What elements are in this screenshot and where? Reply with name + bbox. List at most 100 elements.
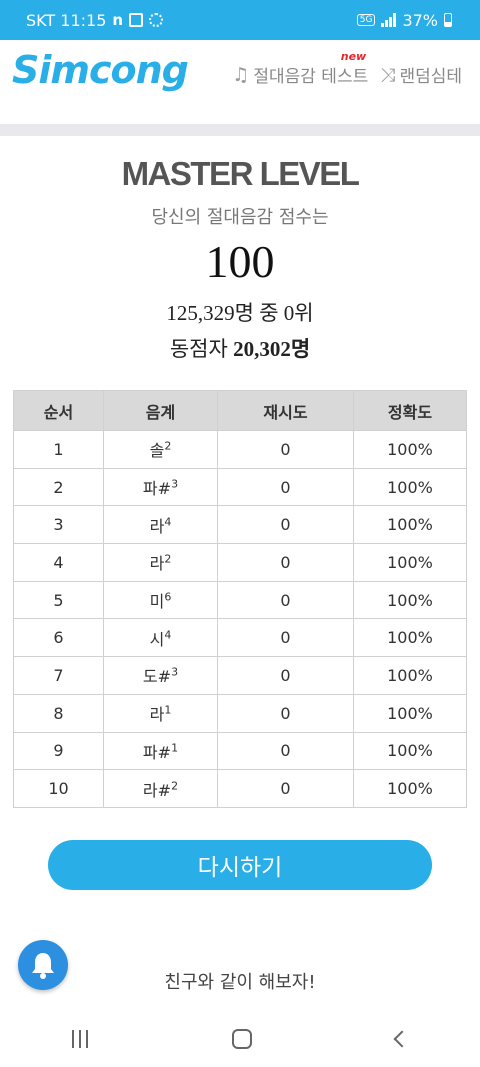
nav-random-label: 랜덤심테 bbox=[399, 67, 462, 87]
accuracy-cell: 100% bbox=[353, 543, 467, 582]
order-cell: 6 bbox=[13, 618, 104, 658]
note-cell: 솔2 bbox=[103, 430, 218, 469]
sync-icon bbox=[149, 13, 164, 27]
note-octave: 3 bbox=[171, 477, 179, 491]
table-header-row: 순서 음계 재시도 정확도 bbox=[13, 390, 467, 431]
order-cell: 1 bbox=[13, 430, 104, 469]
battery-icon bbox=[444, 13, 452, 27]
note-name: 라# bbox=[142, 780, 172, 800]
column-header-retries: 재시도 bbox=[217, 390, 354, 431]
note-cell: 파#1 bbox=[103, 731, 218, 771]
note-cell: 미6 bbox=[103, 580, 218, 620]
top-nav: ♫ 절대음감 테스트 new ⤨ 랜덤심테 bbox=[232, 50, 462, 88]
note-octave: 1 bbox=[171, 741, 179, 755]
retries-cell: 0 bbox=[217, 543, 354, 582]
ties-value: 20,302명 bbox=[233, 337, 311, 361]
recents-icon[interactable] bbox=[72, 1029, 88, 1048]
table-row: 3 라4 0 100% bbox=[13, 505, 467, 545]
status-left: SKT 11:15 n bbox=[26, 10, 164, 30]
note-octave: 3 bbox=[171, 666, 179, 680]
note-cell: 라2 bbox=[103, 543, 218, 582]
accuracy-cell: 100% bbox=[353, 618, 467, 658]
level-title: MASTER LEVEL bbox=[121, 155, 360, 192]
music-note-icon: ♫ bbox=[232, 63, 250, 86]
retries-cell: 0 bbox=[217, 769, 354, 808]
note-cell: 파#3 bbox=[103, 467, 218, 507]
accuracy-cell: 100% bbox=[353, 731, 467, 771]
nav-random-test[interactable]: ⤨ 랜덤심테 bbox=[380, 62, 462, 88]
header-divider bbox=[0, 124, 480, 136]
note-name: 미 bbox=[149, 592, 165, 612]
accuracy-cell: 100% bbox=[353, 580, 467, 620]
note-cell: 라1 bbox=[103, 693, 218, 733]
home-icon[interactable] bbox=[232, 1028, 252, 1049]
ties-text: 동점자 20,302명 bbox=[0, 333, 480, 363]
calendar-icon bbox=[129, 13, 144, 27]
note-name: 파# bbox=[142, 479, 172, 499]
accuracy-cell: 100% bbox=[353, 656, 467, 695]
note-name: 시 bbox=[149, 629, 165, 649]
note-octave: 1 bbox=[164, 703, 172, 717]
table-row: 2 파#3 0 100% bbox=[13, 467, 467, 507]
note-cell: 시4 bbox=[103, 618, 218, 658]
new-badge: new bbox=[340, 50, 367, 63]
back-icon[interactable] bbox=[393, 1030, 411, 1047]
n-notification-icon: n bbox=[112, 11, 124, 29]
order-cell: 10 bbox=[13, 769, 104, 808]
battery-percent: 37% bbox=[402, 10, 438, 30]
rank-text: 125,329명 중 0위 bbox=[166, 301, 314, 325]
note-name: 파# bbox=[142, 742, 172, 762]
share-prompt: 친구와 같이 해보자! bbox=[164, 972, 316, 993]
table-row: 7 도#3 0 100% bbox=[13, 656, 467, 695]
carrier-time: SKT 11:15 bbox=[26, 10, 107, 30]
column-header-note: 음계 bbox=[103, 390, 218, 431]
column-header-accuracy: 정확도 bbox=[353, 390, 467, 431]
retries-cell: 0 bbox=[217, 467, 354, 507]
table-row: 1 솔2 0 100% bbox=[13, 430, 467, 469]
retries-cell: 0 bbox=[217, 656, 354, 695]
retries-cell: 0 bbox=[217, 618, 354, 658]
column-header-order: 순서 bbox=[13, 390, 104, 431]
score-value: 100 bbox=[205, 236, 275, 287]
accuracy-cell: 100% bbox=[353, 430, 467, 469]
note-octave: 2 bbox=[164, 440, 172, 454]
table-row: 5 미6 0 100% bbox=[13, 580, 467, 620]
shuffle-icon: ⤨ bbox=[380, 63, 396, 86]
table-row: 8 라1 0 100% bbox=[13, 693, 467, 733]
order-cell: 2 bbox=[13, 467, 104, 507]
retries-cell: 0 bbox=[217, 430, 354, 469]
accuracy-cell: 100% bbox=[353, 467, 467, 507]
retries-cell: 0 bbox=[217, 505, 354, 545]
system-nav-bar bbox=[0, 1010, 480, 1067]
logo[interactable]: Simcong bbox=[12, 48, 189, 92]
order-cell: 8 bbox=[13, 693, 104, 733]
note-octave: 2 bbox=[164, 553, 172, 567]
retry-button[interactable]: 다시하기 bbox=[48, 840, 432, 890]
order-cell: 5 bbox=[13, 580, 104, 620]
status-bar: SKT 11:15 n 5G 37% bbox=[0, 0, 480, 40]
signal-icon bbox=[381, 13, 397, 27]
ties-label: 동점자 bbox=[169, 337, 228, 361]
accuracy-cell: 100% bbox=[353, 693, 467, 733]
note-name: 라 bbox=[149, 554, 165, 574]
note-name: 도# bbox=[142, 667, 172, 687]
score-subtitle: 당신의 절대음감 점수는 bbox=[151, 207, 329, 228]
note-octave: 4 bbox=[164, 628, 172, 642]
order-cell: 7 bbox=[13, 656, 104, 695]
retries-cell: 0 bbox=[217, 731, 354, 771]
note-octave: 2 bbox=[171, 779, 179, 793]
results-table: 순서 음계 재시도 정확도 1 솔2 0 100% 2 파#3 0 100% 3 라4 0 100% 4… bbox=[13, 390, 467, 808]
table-row: 4 라2 0 100% bbox=[13, 543, 467, 582]
result-summary: MASTER LEVEL 당신의 절대음감 점수는 100 125,329명 중… bbox=[0, 155, 480, 363]
note-name: 솔 bbox=[149, 441, 165, 461]
nav-absolute-pitch-test[interactable]: ♫ 절대음감 테스트 new bbox=[232, 50, 369, 87]
note-octave: 4 bbox=[164, 515, 172, 529]
nav-test-label: 절대음감 테스트 bbox=[253, 67, 369, 87]
note-octave: 6 bbox=[164, 590, 172, 604]
status-right: 5G 37% bbox=[356, 10, 452, 30]
retries-cell: 0 bbox=[217, 693, 354, 733]
note-cell: 라4 bbox=[103, 505, 218, 545]
note-name: 라 bbox=[149, 705, 165, 725]
note-name: 라 bbox=[149, 516, 165, 536]
table-row: 10 라#2 0 100% bbox=[13, 769, 467, 808]
